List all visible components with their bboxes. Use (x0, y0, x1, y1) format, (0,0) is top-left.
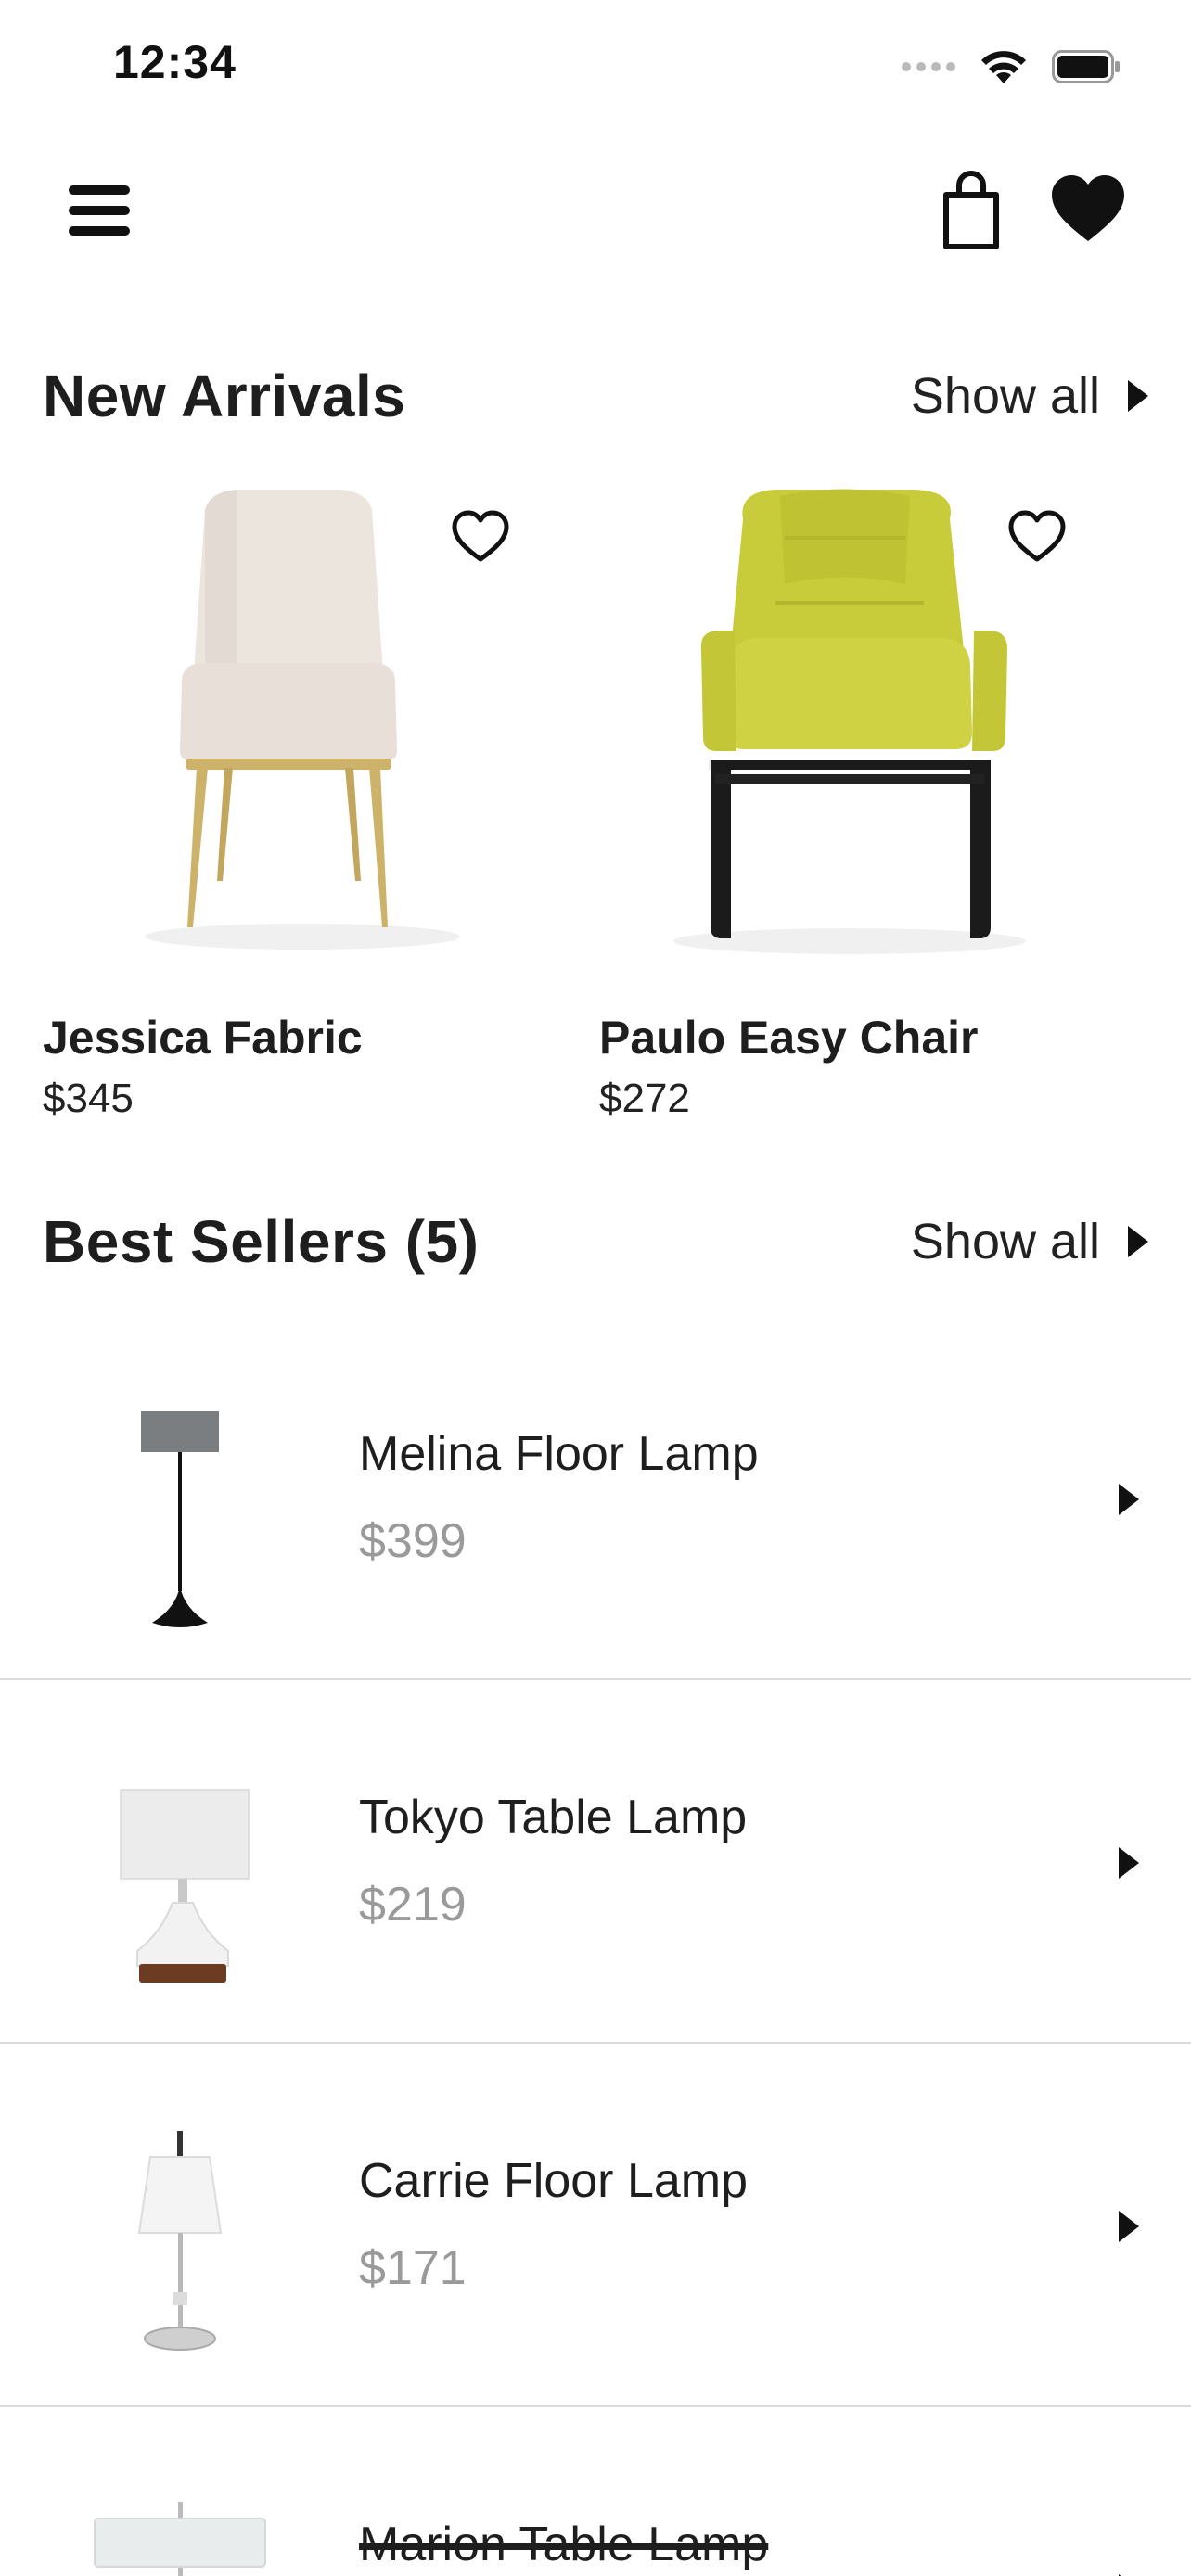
cellular-signal-icon (902, 62, 955, 71)
heart-outline-icon[interactable] (451, 510, 510, 564)
product-price: $345 (43, 1076, 134, 1121)
new-arrivals-show-all-button[interactable]: Show all (911, 367, 1148, 425)
best-sellers-title: Best Sellers (5) (43, 1208, 480, 1275)
product-name: Carrie Floor Lamp (359, 2154, 749, 2208)
shopping-bag-icon[interactable] (939, 169, 1004, 252)
best-sellers-header: Best Sellers (5) Show all (43, 1207, 1148, 1282)
battery-icon (1052, 50, 1120, 83)
new-arrivals-header: New Arrivals Show all (43, 362, 1148, 436)
product-name: Tokyo Table Lamp (359, 1791, 748, 1844)
top-navigation (0, 158, 1191, 269)
show-all-label: Show all (910, 1214, 1100, 1269)
white-pendant-table-lamp-image (94, 2502, 266, 2576)
new-arrivals-title: New Arrivals (43, 363, 406, 429)
list-item[interactable]: Melina Floor Lamp $399 (0, 1317, 1191, 1680)
play-arrow-icon (1119, 1847, 1139, 1879)
product-card[interactable]: Paulo Easy Chair $272 (599, 482, 1119, 1131)
play-arrow-icon (1128, 380, 1148, 412)
status-time: 12:34 (113, 36, 237, 88)
product-name: Melina Floor Lamp (359, 1427, 759, 1481)
wifi-icon (981, 51, 1026, 83)
hamburger-menu-icon[interactable] (65, 180, 134, 241)
product-price: $219 (359, 1878, 467, 1932)
product-price: $171 (359, 2241, 467, 2295)
show-all-label: Show all (910, 368, 1100, 424)
product-card[interactable]: Jessica Fabric $345 (43, 482, 562, 1131)
white-table-lamp-image (120, 1789, 250, 1983)
status-bar: 12:34 (0, 0, 1191, 130)
play-arrow-icon (1128, 1226, 1148, 1257)
product-name: Jessica Fabric (43, 1012, 363, 1064)
product-name: Marion Table Lamp (359, 2518, 769, 2571)
heart-filled-icon[interactable] (1050, 172, 1126, 247)
list-item[interactable]: Marion Table Lamp (0, 2407, 1191, 2576)
heart-outline-icon[interactable] (1007, 510, 1067, 564)
play-arrow-icon (1119, 2211, 1139, 2242)
best-sellers-show-all-button[interactable]: Show all (911, 1213, 1148, 1270)
product-name: Paulo Easy Chair (599, 1012, 979, 1064)
white-chrome-floor-lamp-image (137, 2131, 223, 2351)
grey-floor-lamp-image (141, 1411, 219, 1627)
play-arrow-icon (1119, 1484, 1139, 1515)
list-item[interactable]: Carrie Floor Lamp $171 (0, 2044, 1191, 2407)
list-item[interactable]: Tokyo Table Lamp $219 (0, 1680, 1191, 2044)
product-price: $399 (359, 1514, 467, 1568)
product-price: $272 (599, 1076, 690, 1121)
status-icons (902, 45, 1121, 89)
